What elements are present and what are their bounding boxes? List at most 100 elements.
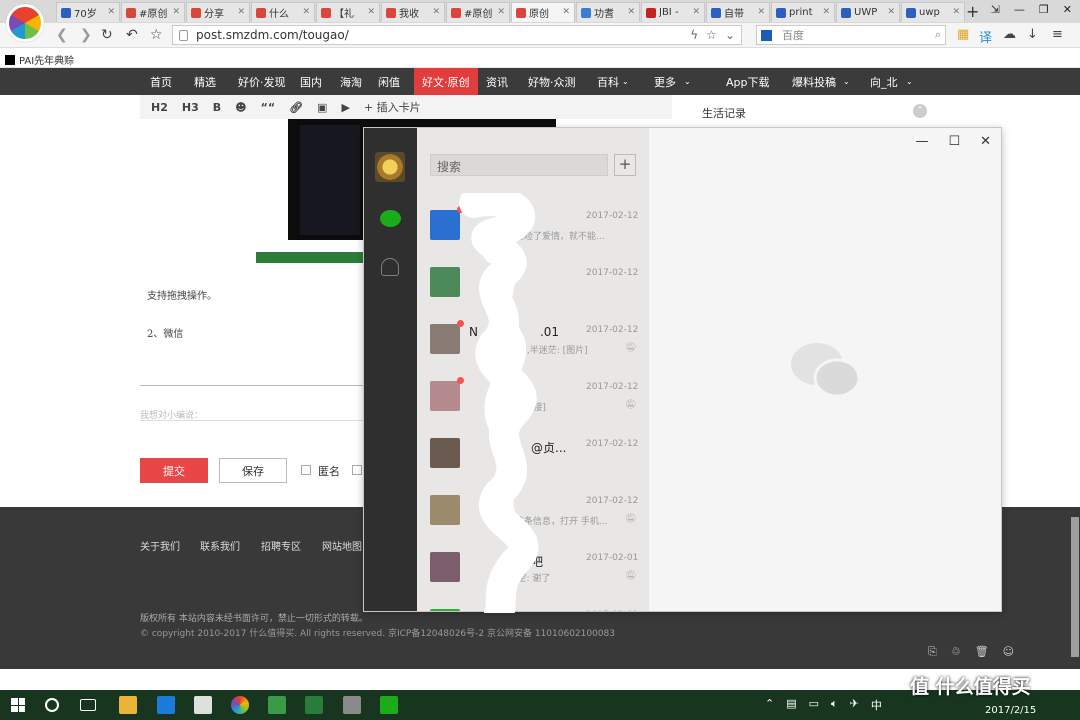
footer-link[interactable]: 网站地图 (322, 538, 362, 553)
app-icon[interactable] (343, 696, 361, 714)
save-button[interactable]: 保存 (219, 458, 287, 483)
tab-close-icon[interactable]: ✕ (237, 7, 245, 17)
bookmark-item[interactable]: PAI先年典赊 (5, 52, 74, 67)
insert-card-button[interactable]: + 插入卡片 (364, 99, 421, 115)
person-icon[interactable]: ☺ (1003, 645, 1014, 659)
windows-start-icon[interactable] (11, 698, 25, 712)
footer-link[interactable]: 联系我们 (200, 538, 240, 553)
network-icon[interactable]: ✈ (850, 697, 859, 713)
browser-tab[interactable]: 70岁 ✕ (56, 2, 120, 22)
url-star-icon[interactable]: ☆ (706, 28, 717, 42)
add-button[interactable]: + (614, 154, 636, 176)
tab-close-icon[interactable]: ✕ (107, 7, 115, 17)
h2-button[interactable]: H2 (151, 101, 168, 114)
minimize-button[interactable]: — (915, 134, 928, 149)
search-input[interactable]: 百度 ⌕ (756, 25, 946, 45)
browser-tab[interactable]: 我收 ✕ (381, 2, 445, 22)
close-button[interactable]: ✕ (980, 134, 991, 149)
nav-item[interactable]: 爆料投稿 (792, 74, 836, 90)
tab-close-icon[interactable]: ✕ (822, 7, 830, 17)
chat-icon[interactable] (380, 210, 401, 227)
wechat-search-input[interactable]: 搜索 (430, 154, 608, 176)
apps-icon[interactable]: ▦ (957, 27, 969, 42)
edge-icon[interactable] (157, 696, 175, 714)
back-icon[interactable]: ❮ (56, 27, 68, 43)
search-icon[interactable]: ⌕ (935, 28, 941, 42)
recycle-icon[interactable]: ♲ (951, 645, 961, 659)
undo-icon[interactable]: ↶ (126, 27, 138, 43)
translate-icon[interactable]: 译 (979, 27, 992, 46)
cloud-icon[interactable]: ☁ (1003, 27, 1016, 42)
lightning-icon[interactable]: ϟ (690, 28, 698, 42)
nav-item[interactable]: 百科 (597, 74, 619, 90)
chevron-up-icon[interactable]: ⌃ (765, 697, 774, 713)
tab-close-icon[interactable]: ✕ (432, 7, 440, 17)
browser-tab[interactable]: JBI - ✕ (641, 2, 705, 22)
browser-tab[interactable]: print ✕ (771, 2, 835, 22)
quote-button[interactable]: ““ (261, 101, 275, 114)
file-explorer-icon[interactable] (119, 696, 137, 714)
close-button[interactable]: ✕ (1063, 3, 1072, 16)
tab-close-icon[interactable]: ✕ (497, 7, 505, 17)
browser-tab[interactable]: #原创 ✕ (446, 2, 510, 22)
app-icon[interactable] (268, 696, 286, 714)
nav-item[interactable]: 资讯 (486, 74, 508, 90)
browser-tab[interactable]: 什么 ✕ (251, 2, 315, 22)
ime-icon[interactable]: 中 (871, 697, 882, 713)
tab-close-icon[interactable]: ✕ (302, 7, 310, 17)
browser-tab[interactable]: 原创 ✕ (511, 2, 575, 22)
maximize-button[interactable]: ☐ (948, 134, 960, 149)
page-scrollbar[interactable] (1071, 517, 1079, 657)
tab-close-icon[interactable]: ✕ (887, 7, 895, 17)
cortana-icon[interactable] (45, 698, 59, 712)
player-icon[interactable] (305, 696, 323, 714)
bold-button[interactable]: B (213, 101, 221, 114)
submit-button[interactable]: 提交 (140, 458, 208, 483)
link-icon[interactable]: 🔗︎ (289, 101, 303, 114)
footer-link[interactable]: 关于我们 (140, 538, 180, 553)
browser-tab[interactable]: 自带 ✕ (706, 2, 770, 22)
nav-item[interactable]: 精选 (194, 74, 216, 90)
browser-tab[interactable]: 【礼 ✕ (316, 2, 380, 22)
browser-logo-icon[interactable] (6, 4, 44, 42)
maximize-button[interactable]: ❐ (1039, 3, 1049, 16)
browser-tab[interactable]: 功耆 ✕ (576, 2, 640, 22)
reload-icon[interactable]: ↻ (101, 27, 113, 43)
nav-item[interactable]: 闲值 (378, 74, 400, 90)
forward-icon[interactable]: ❯ (80, 27, 92, 43)
nav-item[interactable]: 海淘 (340, 74, 362, 90)
download-icon[interactable]: ↓ (1027, 27, 1038, 42)
browser-tab[interactable]: uwp ✕ (901, 2, 965, 22)
browser-taskbar-icon[interactable] (231, 696, 249, 714)
tray-icon[interactable]: ▭ (809, 697, 819, 713)
volume-icon[interactable]: 🔈︎ (831, 697, 838, 713)
emoji-icon[interactable]: ☻ (235, 101, 246, 114)
video-icon[interactable]: ▶ (341, 101, 349, 114)
nav-item[interactable]: 好价·发现 (238, 74, 286, 90)
nav-item[interactable]: 首页 (150, 74, 172, 90)
nav-item[interactable]: 国内 (300, 74, 322, 90)
browser-tab[interactable]: #原创 ✕ (121, 2, 185, 22)
store-icon[interactable] (194, 696, 212, 714)
dropdown-icon[interactable]: ⌄ (725, 28, 735, 42)
tab-close-icon[interactable]: ✕ (562, 7, 570, 17)
tray-icon[interactable]: ▤ (786, 697, 796, 713)
wechat-taskbar-icon[interactable] (380, 696, 398, 714)
footer-link[interactable]: 招聘专区 (261, 538, 301, 553)
browser-tab[interactable]: 分享 ✕ (186, 2, 250, 22)
minimize-button[interactable]: — (1014, 3, 1025, 16)
user-menu[interactable]: 向_北 (870, 74, 898, 90)
trash-icon[interactable]: 🗑︎ (975, 645, 989, 659)
nav-item[interactable]: 好物·众测 (528, 74, 576, 90)
sidebar-item[interactable]: 生活记录 (702, 105, 746, 121)
new-tab-button[interactable]: + (966, 2, 979, 21)
contacts-icon[interactable] (381, 258, 399, 276)
share-icon[interactable]: ⎘ (928, 645, 937, 659)
tab-close-icon[interactable]: ✕ (952, 7, 960, 17)
browser-tab[interactable]: UWP ✕ (836, 2, 900, 22)
collapse-icon[interactable]: ⌃ (913, 104, 927, 118)
anonymous-checkbox[interactable] (301, 465, 311, 475)
tab-close-icon[interactable]: ✕ (627, 7, 635, 17)
clock[interactable]: 2017/2/15 (985, 705, 1036, 716)
menu-icon[interactable]: ⇲ (991, 3, 1000, 16)
